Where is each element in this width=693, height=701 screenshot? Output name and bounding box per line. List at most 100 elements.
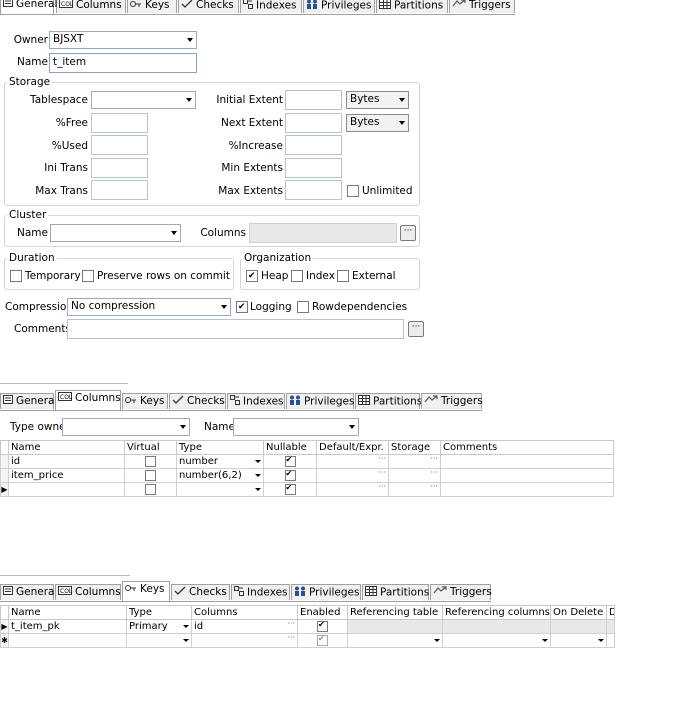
default-cell[interactable]: ··· — [316, 468, 389, 483]
tab-general[interactable]: General — [0, 0, 57, 14]
tab-general[interactable]: General — [0, 393, 57, 409]
row-header[interactable] — [0, 454, 9, 469]
comments-cell[interactable] — [440, 454, 614, 469]
tab-keys[interactable]: Keys — [127, 0, 177, 13]
heap-checkbox[interactable] — [246, 270, 258, 282]
current-row-indicator-icon[interactable]: ▶ — [0, 619, 9, 634]
on-delete-cell[interactable] — [550, 633, 607, 648]
tab-privileges[interactable]: Privileges — [286, 393, 355, 409]
ini-trans-input[interactable] — [91, 158, 148, 178]
truncated-cell[interactable] — [606, 633, 615, 648]
chevron-down-icon[interactable] — [542, 639, 548, 642]
tab-triggers[interactable]: Triggers — [421, 393, 483, 409]
nullable-cell[interactable] — [263, 454, 317, 469]
initial-extent-unit-select[interactable]: Bytes — [346, 91, 409, 109]
cluster-columns-input[interactable] — [249, 223, 397, 243]
type-owner-select[interactable] — [62, 418, 190, 436]
comments-cell[interactable] — [440, 482, 614, 497]
tab-checks[interactable]: Checks — [178, 0, 239, 13]
key-header-columns[interactable]: Columns — [191, 605, 298, 620]
tablespace-select[interactable] — [91, 91, 196, 109]
virtual-cell[interactable] — [124, 468, 177, 483]
key-header-type[interactable]: Type — [126, 605, 192, 620]
table-row[interactable]: item_price number(6,2) ··· ··· — [0, 468, 614, 483]
key-enabled-cell[interactable] — [297, 633, 348, 648]
comments-ellipsis-button[interactable]: ··· — [408, 321, 424, 337]
enabled-checkbox[interactable] — [317, 621, 328, 632]
tab-columns[interactable]: COL Columns — [55, 584, 121, 600]
chevron-down-icon[interactable] — [598, 639, 604, 642]
chevron-down-icon[interactable] — [183, 639, 189, 642]
used-input[interactable] — [91, 135, 148, 155]
virtual-checkbox[interactable] — [145, 483, 156, 495]
column-name-cell[interactable] — [8, 482, 125, 497]
tab-checks[interactable]: Checks — [169, 393, 226, 409]
next-extent-unit-select[interactable]: Bytes — [346, 114, 409, 132]
cluster-columns-ellipsis-button[interactable]: ··· — [400, 225, 416, 241]
free-input[interactable] — [91, 113, 148, 133]
default-cell[interactable]: ··· — [316, 482, 389, 497]
column-header-nullable[interactable]: Nullable — [263, 440, 317, 455]
nullable-cell[interactable] — [263, 468, 317, 483]
chevron-down-icon[interactable] — [255, 474, 261, 477]
key-name-cell[interactable]: t_item_pk — [8, 619, 127, 634]
table-row[interactable]: id number ··· ··· — [0, 454, 614, 469]
tab-indexes[interactable]: Indexes — [227, 393, 285, 409]
type-cell[interactable]: number — [176, 454, 264, 469]
key-header-on-delete[interactable]: On Delete — [550, 605, 607, 620]
tab-general[interactable]: General — [0, 584, 57, 600]
tab-triggers[interactable]: Triggers — [449, 0, 515, 13]
key-type-cell[interactable]: Primary — [126, 619, 192, 634]
column-name-cell[interactable]: id — [8, 454, 125, 469]
virtual-cell[interactable] — [124, 482, 177, 497]
ellipsis-icon[interactable]: ··· — [287, 621, 295, 629]
tab-columns[interactable]: COL Columns — [55, 390, 121, 410]
chevron-down-icon[interactable] — [255, 488, 261, 491]
column-header-name[interactable]: Name — [8, 440, 125, 455]
key-name-cell[interactable] — [8, 633, 127, 648]
unlimited-checkbox[interactable] — [347, 185, 359, 197]
current-row-indicator-icon[interactable]: ▶ — [0, 482, 9, 497]
key-header-referencing-table[interactable]: Referencing table — [347, 605, 443, 620]
nullable-checkbox[interactable] — [284, 456, 296, 467]
tab-indexes[interactable]: Indexes — [231, 584, 290, 600]
compression-select[interactable]: No compression — [67, 298, 231, 316]
tab-partitions[interactable]: Partitions — [362, 584, 429, 600]
table-row[interactable]: ▶ ··· ··· — [0, 482, 614, 497]
tab-keys[interactable]: Keys — [122, 393, 168, 409]
tab-indexes[interactable]: Indexes — [240, 0, 302, 13]
row-header[interactable] — [0, 468, 9, 483]
type-cell[interactable] — [176, 482, 264, 497]
key-enabled-cell[interactable] — [297, 619, 348, 634]
temporary-checkbox[interactable] — [10, 270, 22, 282]
ellipsis-icon[interactable]: ··· — [378, 484, 386, 492]
table-name-input[interactable]: t_item — [49, 53, 197, 73]
tab-privileges[interactable]: Privileges — [303, 0, 375, 13]
default-cell[interactable]: ··· — [316, 454, 389, 469]
key-header-name[interactable]: Name — [8, 605, 127, 620]
key-header-enabled[interactable]: Enabled — [297, 605, 348, 620]
type-name-select[interactable] — [233, 418, 359, 436]
storage-cell[interactable]: ··· — [388, 482, 441, 497]
next-extent-input[interactable] — [285, 113, 342, 133]
ellipsis-icon[interactable]: ··· — [378, 456, 386, 464]
tab-checks[interactable]: Checks — [171, 584, 230, 600]
virtual-checkbox[interactable] — [145, 469, 156, 481]
index-checkbox[interactable] — [291, 270, 303, 282]
max-extents-input[interactable] — [285, 180, 342, 200]
logging-checkbox[interactable] — [236, 301, 248, 313]
ellipsis-icon[interactable]: ··· — [430, 470, 438, 478]
tab-privileges[interactable]: Privileges — [291, 584, 361, 600]
initial-extent-input[interactable] — [285, 90, 342, 110]
preserve-rows-checkbox[interactable] — [82, 270, 94, 282]
chevron-down-icon[interactable] — [183, 625, 189, 628]
column-header-storage[interactable]: Storage — [388, 440, 441, 455]
tab-partitions[interactable]: Partitions — [355, 393, 422, 409]
new-row-asterisk-icon[interactable]: ✱ — [0, 633, 9, 648]
increase-input[interactable] — [285, 135, 342, 155]
key-columns-cell[interactable]: ··· — [191, 633, 298, 648]
tab-partitions[interactable]: Partitions — [376, 0, 448, 13]
cluster-name-select[interactable] — [50, 224, 181, 242]
min-extents-input[interactable] — [285, 158, 342, 178]
ellipsis-icon[interactable]: ··· — [430, 484, 438, 492]
